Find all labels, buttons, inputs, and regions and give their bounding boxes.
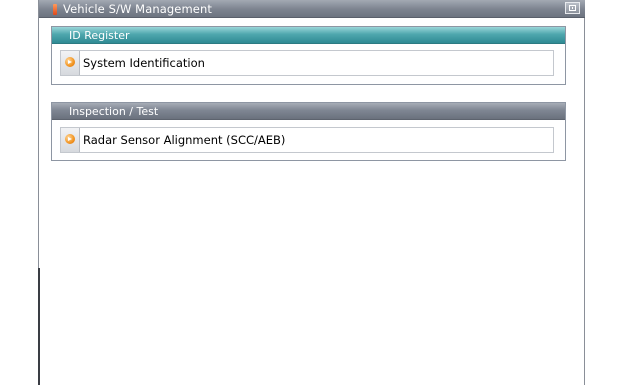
item-button[interactable] xyxy=(61,51,80,75)
item-label: Radar Sensor Alignment (SCC/AEB) xyxy=(83,133,286,147)
group-inspection-test: Inspection / Test Radar Sensor Alignment… xyxy=(51,102,566,161)
item-label: System Identification xyxy=(83,56,205,70)
menu-item-radar-sensor-alignment[interactable]: Radar Sensor Alignment (SCC/AEB) xyxy=(60,127,554,153)
group-id-register: ID Register System Identification xyxy=(51,26,566,85)
orange-arrow-icon xyxy=(65,57,75,67)
window-title: Vehicle S/W Management xyxy=(63,2,212,16)
main-window: Vehicle S/W Management ID Register Syste… xyxy=(38,0,585,385)
group-title: ID Register xyxy=(69,29,130,42)
item-button[interactable] xyxy=(61,128,80,152)
window-left-edge xyxy=(38,268,40,385)
group-header-id-register: ID Register xyxy=(52,27,565,44)
group-title: Inspection / Test xyxy=(69,105,159,118)
title-bar: Vehicle S/W Management xyxy=(39,0,585,18)
orange-arrow-icon xyxy=(65,134,75,144)
group-header-inspection-test: Inspection / Test xyxy=(52,103,565,120)
window-grid-icon[interactable] xyxy=(565,2,580,14)
menu-item-system-identification[interactable]: System Identification xyxy=(60,50,554,76)
title-app-icon xyxy=(53,4,57,15)
